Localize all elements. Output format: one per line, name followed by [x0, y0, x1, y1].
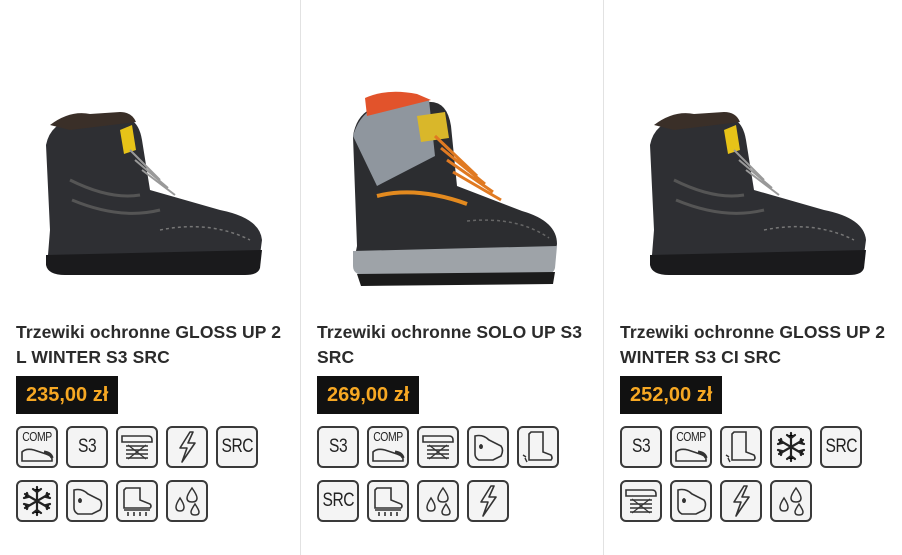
badge-label: SRC [322, 490, 354, 511]
cold-boot-icon [720, 426, 762, 468]
oil-resistant-icon [166, 480, 208, 522]
comp-toecap-icon: COMP [367, 426, 409, 468]
badge-label: S3 [328, 436, 348, 457]
oil-resistant-icon [770, 480, 812, 522]
water-resistant-upper-icon [670, 480, 712, 522]
penetration-resistant-sole-icon [367, 480, 409, 522]
product-card[interactable]: Trzewiki ochronne SOLO UP S3 SRC 269,00 … [301, 0, 603, 555]
black-winter-safety-boot-icon [46, 112, 262, 275]
product-card[interactable]: Trzewiki ochronne GLOSS UP 2 WINTER S3 C… [604, 0, 902, 555]
energy-absorption-heel-icon [417, 426, 459, 468]
comp-toecap-icon: COMP [670, 426, 712, 468]
badge-label: S3 [631, 436, 651, 457]
s3-icon: S3 [317, 426, 359, 468]
product-title[interactable]: Trzewiki ochronne SOLO UP S3 SRC [317, 320, 587, 370]
antistatic-icon [166, 426, 208, 468]
antistatic-icon [720, 480, 762, 522]
product-card[interactable]: Trzewiki ochronne GLOSS UP 2 L WINTER S3… [0, 0, 300, 555]
badge-label: S3 [77, 436, 97, 457]
grey-orange-safety-boot-icon [353, 91, 557, 286]
oil-resistant-icon [417, 480, 459, 522]
comp-toecap-icon: COMP [16, 426, 58, 468]
antistatic-icon [467, 480, 509, 522]
product-image[interactable] [317, 76, 597, 296]
black-winter-safety-boot-icon [650, 112, 866, 275]
src-slip-icon: SRC [820, 426, 862, 468]
product-title[interactable]: Trzewiki ochronne GLOSS UP 2 L WINTER S3… [16, 320, 286, 370]
product-title[interactable]: Trzewiki ochronne GLOSS UP 2 WINTER S3 C… [620, 320, 890, 370]
water-resistant-upper-icon [66, 480, 108, 522]
product-grid: Trzewiki ochronne GLOSS UP 2 L WINTER S3… [0, 0, 902, 555]
badge-label: SRC [221, 436, 253, 457]
s3-icon: S3 [620, 426, 662, 468]
badge-label: SRC [825, 436, 857, 457]
product-image[interactable] [10, 70, 290, 290]
s3-icon: S3 [66, 426, 108, 468]
cold-insulation-icon [16, 480, 58, 522]
water-resistant-upper-icon [467, 426, 509, 468]
energy-absorption-heel-icon [620, 480, 662, 522]
penetration-resistant-sole-icon [116, 480, 158, 522]
price-badge: 252,00 zł [620, 376, 723, 414]
energy-absorption-heel-icon [116, 426, 158, 468]
product-image[interactable] [614, 70, 894, 290]
price-badge: 269,00 zł [317, 376, 420, 414]
src-slip-icon: SRC [216, 426, 258, 468]
price-badge: 235,00 zł [16, 376, 119, 414]
cold-boot-icon [517, 426, 559, 468]
src-slip-icon: SRC [317, 480, 359, 522]
cold-insulation-icon [770, 426, 812, 468]
